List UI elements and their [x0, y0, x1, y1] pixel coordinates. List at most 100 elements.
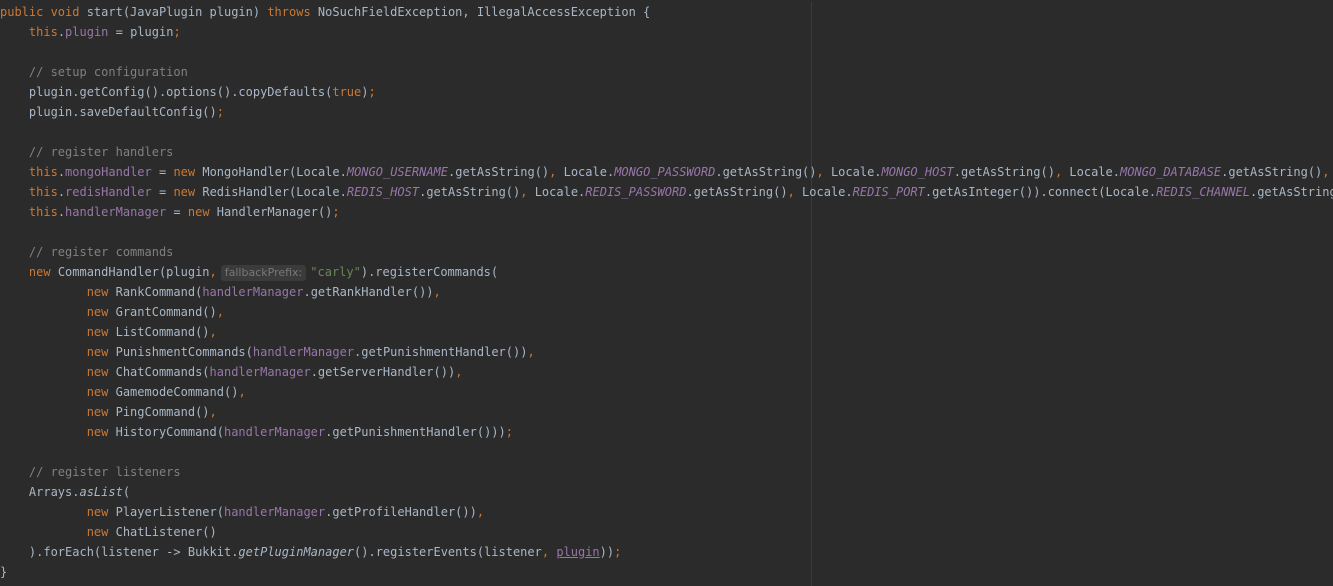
code-token: Arrays. [0, 485, 80, 499]
code-line[interactable]: ).forEach(listener -> Bukkit.getPluginMa… [0, 542, 621, 562]
code-token: .getAsString() [953, 165, 1055, 179]
code-token: .getRankHandler()) [303, 285, 434, 299]
code-token: .getPunishmentHandler())) [325, 425, 506, 439]
code-token: handlerManager [202, 285, 304, 299]
code-token: , [1054, 165, 1070, 179]
code-line[interactable]: // register listeners [0, 462, 181, 482]
code-token: redisHandler [65, 185, 152, 199]
code-editor[interactable]: public void start(JavaPlugin plugin) thr… [0, 2, 1333, 586]
code-line[interactable]: new RankCommand(handlerManager.getRankHa… [0, 282, 441, 302]
code-token: REDIS_PASSWORD [585, 185, 687, 199]
code-token: , [527, 345, 535, 359]
code-token: = [151, 165, 174, 179]
code-token: NoSuchFieldException, IllegalAccessExcep… [317, 5, 651, 19]
code-token: , [455, 365, 463, 379]
code-line[interactable]: new GamemodeCommand(), [0, 382, 246, 402]
code-token: ; [505, 425, 513, 439]
code-token: this [28, 205, 58, 219]
code-token: ; [216, 105, 224, 119]
code-token: , [209, 325, 217, 339]
code-token: plugin.getConfig().options().copyDefault… [0, 85, 333, 99]
code-token: new [86, 365, 116, 379]
code-line[interactable]: // register commands [0, 242, 174, 262]
code-token: // register handlers [28, 145, 174, 159]
code-line[interactable]: // setup configuration [0, 62, 188, 82]
code-line[interactable]: plugin.getConfig().options().copyDefault… [0, 82, 376, 102]
code-token: new [86, 305, 116, 319]
code-token: // register listeners [28, 465, 181, 479]
code-token: REDIS_PORT [852, 185, 925, 199]
code-token: "carly" [310, 265, 361, 279]
code-token: . [57, 205, 66, 219]
code-line[interactable]: public void start(JavaPlugin plugin) thr… [0, 2, 650, 22]
code-token: plugin [556, 545, 600, 559]
code-token: handlerManager [223, 425, 326, 439]
code-line[interactable]: new CommandHandler(plugin, fallbackPrefix… [0, 262, 498, 282]
code-token: Locale. [802, 185, 853, 199]
code-token: new [86, 385, 116, 399]
code-line[interactable]: new PlayerListener(handlerManager.getPro… [0, 502, 484, 522]
code-token: handlerManager [65, 205, 167, 219]
code-line[interactable]: new ChatListener() [0, 522, 217, 542]
code-token: new [86, 345, 116, 359]
code-token: ChatListener() [115, 525, 217, 539]
code-line[interactable]: this.handlerManager = new HandlerManager… [0, 202, 340, 222]
code-token: ; [614, 545, 622, 559]
code-line[interactable]: new GrantCommand(), [0, 302, 224, 322]
code-token: new [187, 205, 217, 219]
code-token: new [86, 525, 116, 539]
code-line[interactable]: this.mongoHandler = new MongoHandler(Loc… [0, 162, 1333, 182]
code-token: GrantCommand() [115, 305, 217, 319]
code-token: Locale. [563, 165, 615, 179]
code-token: , [433, 285, 441, 299]
code-token: ListCommand() [115, 325, 210, 339]
code-line[interactable]: new PingCommand(), [0, 402, 217, 422]
code-token: = [166, 205, 188, 219]
code-token: ( [122, 485, 131, 499]
code-token: new [173, 165, 203, 179]
code-token: , [476, 505, 485, 519]
code-line[interactable]: } [0, 562, 7, 582]
code-line[interactable]: // register handlers [0, 142, 174, 162]
code-token: RankCommand( [115, 285, 203, 299]
code-token: , [787, 185, 803, 199]
code-token: , [209, 405, 217, 419]
code-line[interactable]: plugin.saveDefaultConfig(); [0, 102, 224, 122]
code-token: .getAsString() [419, 185, 521, 199]
code-line[interactable]: this.plugin = plugin; [0, 22, 181, 42]
code-token: . [57, 165, 66, 179]
code-token: // setup configuration [28, 65, 188, 79]
code-token: , [541, 545, 557, 559]
code-token: new [86, 325, 116, 339]
code-line[interactable]: this.redisHandler = new RedisHandler(Loc… [0, 182, 1333, 202]
code-token: = [151, 185, 174, 199]
code-token: , [216, 305, 224, 319]
code-token: this [28, 25, 58, 39]
code-line[interactable]: new ListCommand(), [0, 322, 217, 342]
code-line[interactable]: new HistoryCommand(handlerManager.getPun… [0, 422, 513, 442]
code-token: // register commands [28, 245, 174, 259]
code-token: MONGO_USERNAME [346, 165, 448, 179]
code-token: .getServerHandler()) [310, 365, 456, 379]
code-token: public void [0, 5, 87, 19]
code-token: ).registerCommands( [360, 265, 499, 279]
code-token: .getAsString() [1221, 165, 1323, 179]
code-token: . [57, 185, 66, 199]
code-line[interactable]: new ChatCommands(handlerManager.getServe… [0, 362, 463, 382]
code-line[interactable]: Arrays.asList( [0, 482, 130, 502]
code-token: , [209, 265, 217, 279]
code-token: PlayerListener( [115, 505, 224, 519]
code-token: ; [332, 205, 340, 219]
code-token: = plugin [108, 25, 174, 39]
code-token: .getAsString() [686, 185, 788, 199]
code-token: mongoHandler [65, 165, 152, 179]
code-line[interactable]: new PunishmentCommands(handlerManager.ge… [0, 342, 535, 362]
